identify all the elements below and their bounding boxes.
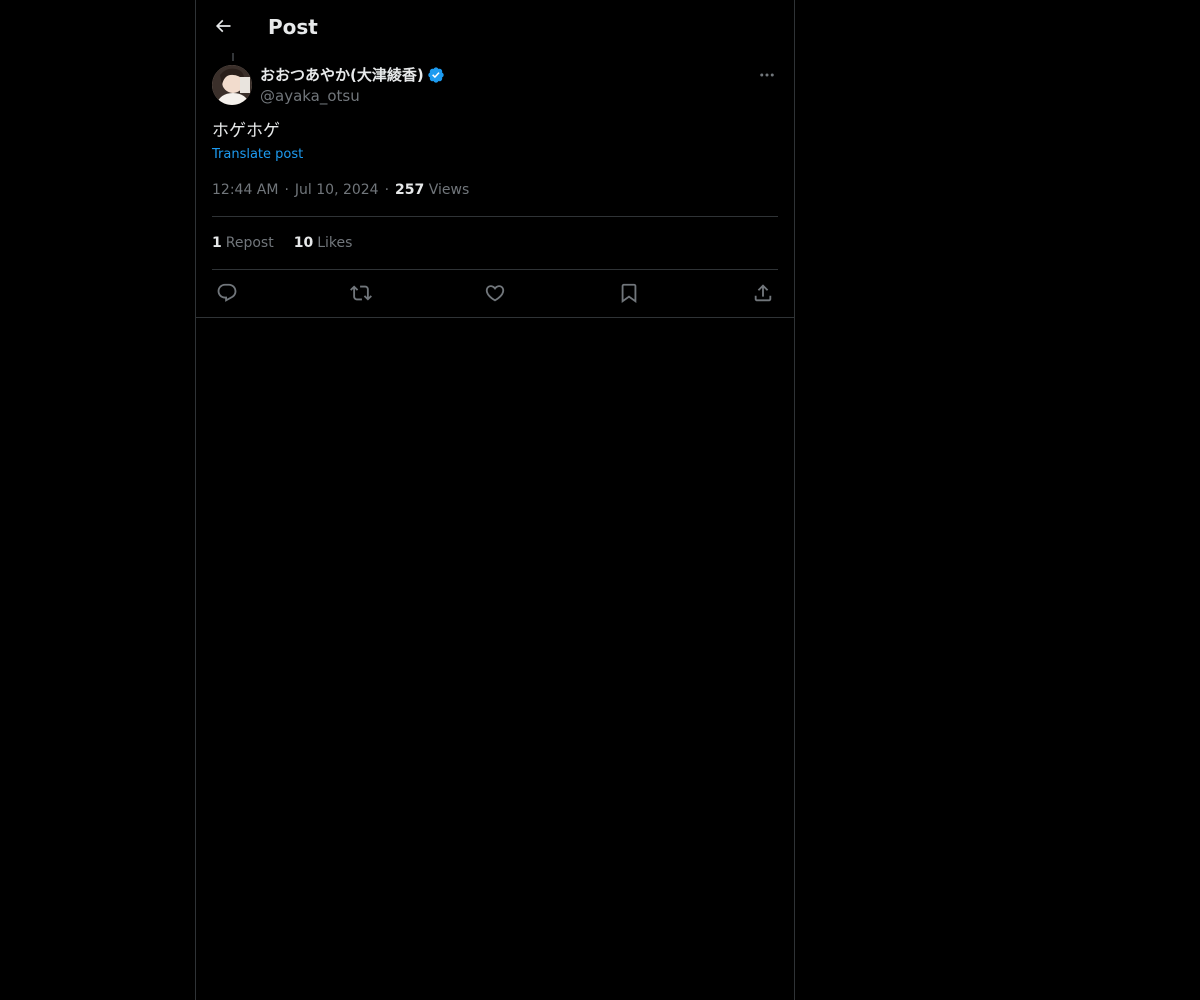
repost-button[interactable] [346, 281, 376, 305]
avatar-image [212, 65, 252, 105]
post-metadata: 12:44 AM · Jul 10, 2024 · 257 Views [212, 180, 469, 200]
likes-label: Likes [317, 235, 353, 251]
author-display-name[interactable]: おおつあやか(大津綾香) [260, 65, 445, 85]
share-button[interactable] [748, 281, 778, 305]
back-button[interactable] [209, 12, 237, 40]
meta-separator: · [384, 182, 390, 198]
likes-stat[interactable]: 10 Likes [294, 233, 353, 253]
like-button[interactable] [480, 281, 510, 305]
reposts-stat[interactable]: 1 Repost [212, 233, 274, 253]
author-handle[interactable]: @ayaka_otsu [260, 86, 360, 106]
post-stats: 1 Repost 10 Likes [212, 233, 352, 253]
meta-separator: · [284, 182, 289, 198]
reply-button[interactable] [212, 281, 242, 305]
thread-connector-line [232, 53, 234, 61]
like-icon [485, 285, 505, 302]
more-horizontal-icon [760, 73, 774, 77]
share-icon [754, 284, 772, 302]
views-label: Views [428, 182, 470, 198]
reposts-count: 1 [212, 235, 222, 251]
bookmark-button[interactable] [614, 281, 644, 305]
post-text: ホゲホゲ [212, 121, 280, 141]
post-detail-column: Post おおつあやか(大津綾香) @ayaka_otsu ホゲホゲ Trans… [195, 0, 795, 1000]
page-header: Post [196, 0, 794, 53]
repost-icon [350, 285, 372, 301]
verified-badge-icon [428, 67, 444, 83]
post-time[interactable]: 12:44 AM [212, 182, 278, 198]
bookmark-icon [621, 283, 637, 304]
post-author: おおつあやか(大津綾香) @ayaka_otsu [212, 65, 778, 107]
post-actions [212, 281, 778, 305]
author-name-text: おおつあやか(大津綾香) [260, 66, 424, 84]
page-title: Post [268, 15, 318, 39]
more-options-button[interactable] [756, 65, 778, 85]
arrow-left-icon [215, 19, 231, 33]
likes-count: 10 [293, 235, 314, 251]
post-date[interactable]: Jul 10, 2024 [295, 182, 379, 198]
avatar[interactable] [212, 65, 252, 105]
translate-post-link[interactable]: Translate post [212, 146, 303, 164]
reposts-label: Repost [225, 235, 274, 251]
divider [212, 269, 778, 270]
post-bottom-border [196, 317, 794, 318]
divider [212, 216, 778, 217]
views-count: 257 [395, 182, 425, 198]
reply-icon [217, 283, 237, 302]
